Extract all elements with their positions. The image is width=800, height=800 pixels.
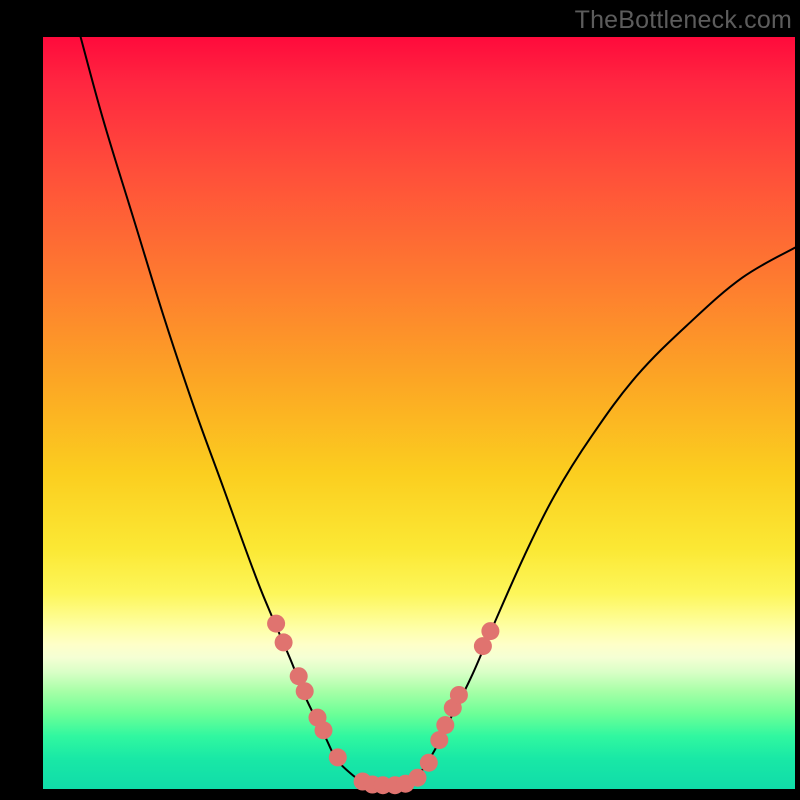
chart-frame: TheBottleneck.com <box>0 0 800 800</box>
data-marker <box>296 682 314 700</box>
data-marker <box>420 754 438 772</box>
data-marker <box>409 769 427 787</box>
watermark-text: TheBottleneck.com <box>575 6 792 35</box>
curve-right-branch <box>404 248 795 786</box>
data-marker <box>267 615 285 633</box>
curve-overlay <box>43 37 795 789</box>
data-marker <box>315 721 333 739</box>
data-marker <box>436 716 454 734</box>
data-marker <box>329 748 347 766</box>
data-marker <box>450 686 468 704</box>
data-marker <box>275 633 293 651</box>
curve-left-branch <box>81 37 367 785</box>
data-marker <box>481 622 499 640</box>
